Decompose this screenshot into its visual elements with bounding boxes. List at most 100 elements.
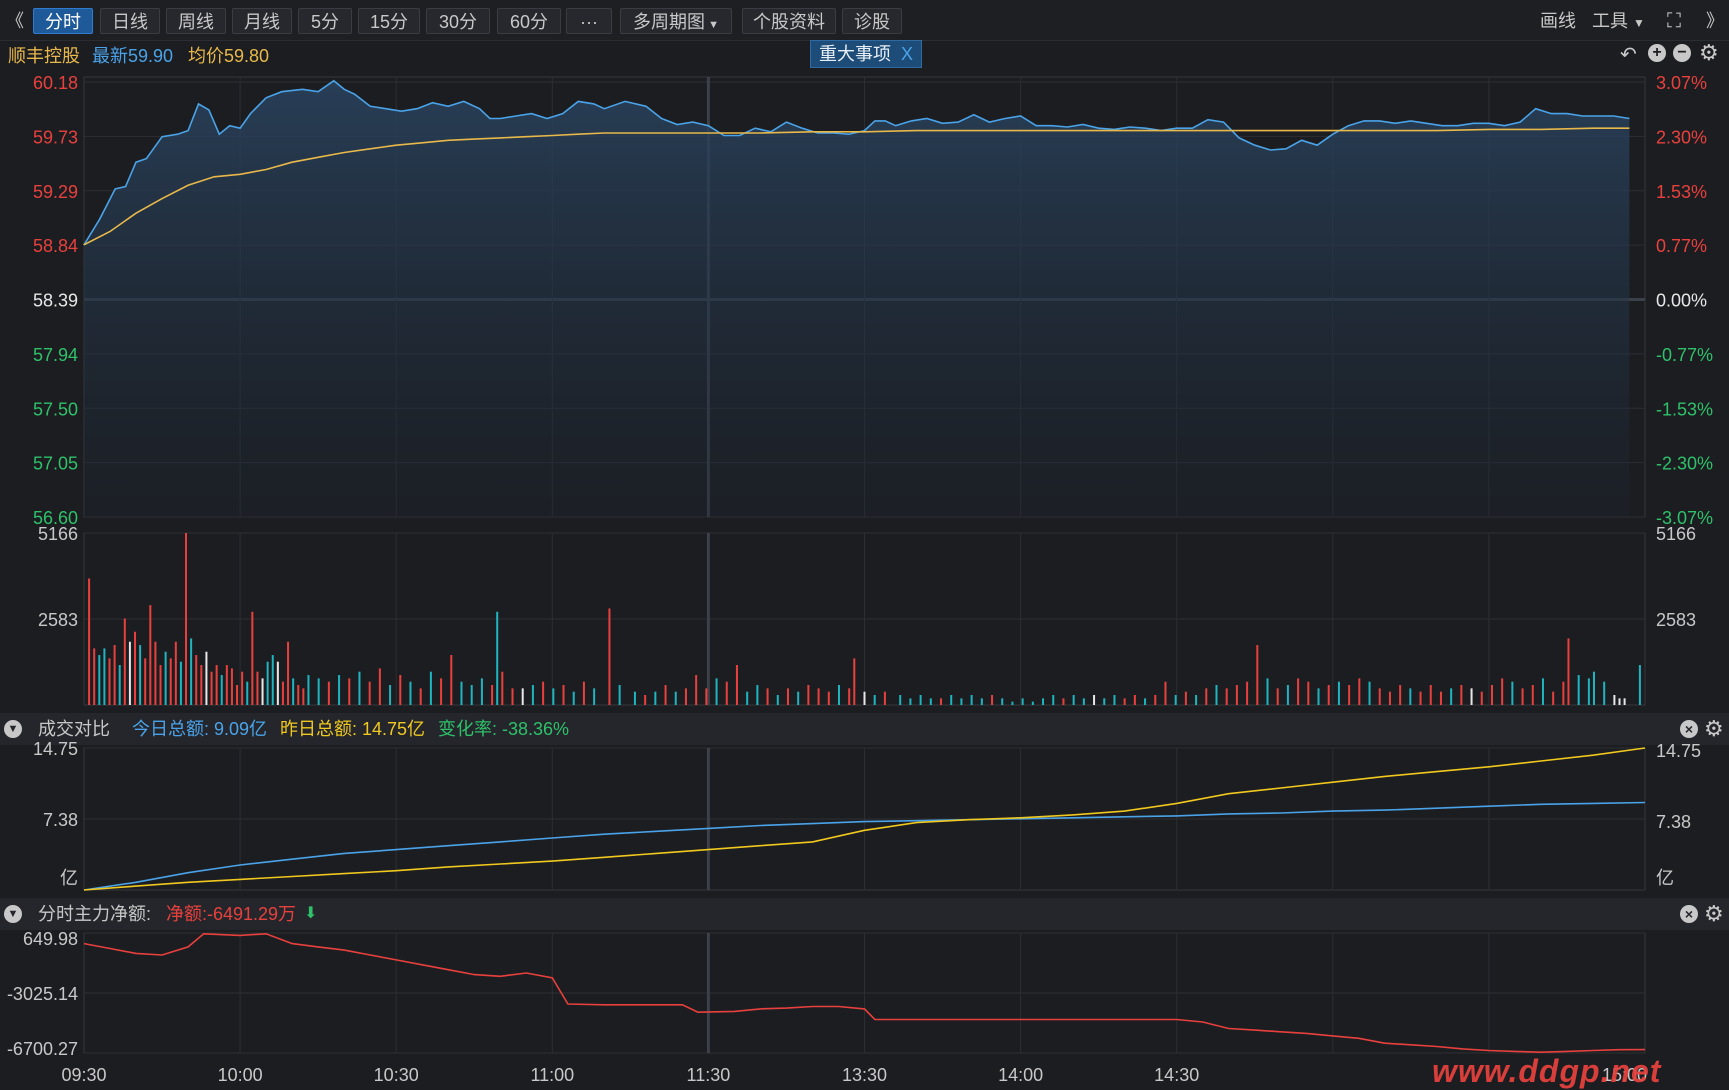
collapse-panel-icon[interactable]: ▼ <box>4 720 22 738</box>
volume-tick-label-right: 2583 <box>1656 610 1696 630</box>
volume-bar <box>317 678 320 705</box>
tab-9[interactable]: 多周期图 ▼ <box>620 8 732 34</box>
price-line <box>83 79 1630 246</box>
volume-bar <box>1358 678 1361 705</box>
latest-price: 最新59.90 <box>92 46 174 66</box>
volume-bar <box>338 675 341 705</box>
volume-bar <box>797 691 800 705</box>
volume-compare-header: ▼ 成交对比 今日总额: 9.09亿 昨日总额: 14.75亿 变化率: -38… <box>0 713 1729 745</box>
major-event-label: 重大事项 <box>819 44 891 64</box>
volume-bar <box>1205 688 1208 705</box>
tab-8[interactable]: ··· <box>566 8 612 34</box>
volume-bar <box>705 688 708 705</box>
tab-2[interactable]: 周线 <box>166 8 226 34</box>
volume-bar <box>735 665 738 705</box>
price-area <box>84 80 1630 518</box>
draw-line-button[interactable]: 画线 <box>1540 8 1576 34</box>
time-tick-label: 14:30 <box>1154 1065 1199 1085</box>
fullscreen-icon[interactable]: ⛶ <box>1667 8 1681 34</box>
collapse-right-button[interactable]: 》 <box>1706 8 1724 34</box>
volume-bar <box>807 685 810 705</box>
volume-bar <box>1286 685 1289 705</box>
panel-gear-icon[interactable]: ⚙ <box>1704 713 1724 745</box>
volume-bar <box>1215 685 1218 705</box>
volume-bar <box>618 685 621 705</box>
volume-bar <box>725 681 728 705</box>
volume-bar <box>1184 691 1187 705</box>
volume-bar <box>1541 678 1544 705</box>
tools-label: 工具 <box>1592 11 1628 31</box>
tab-10[interactable]: 个股资料 <box>742 8 836 34</box>
tab-6[interactable]: 30分 <box>426 8 490 34</box>
yesterday-turnover-line <box>83 747 1646 891</box>
volume-bar <box>1587 678 1590 705</box>
volume-bar <box>281 681 284 705</box>
chevron-down-icon: ▼ <box>705 19 719 31</box>
volume-bar <box>1001 698 1004 705</box>
volume-bar <box>256 671 259 705</box>
volume-bar <box>266 661 269 705</box>
volume-bar <box>786 688 789 705</box>
mainforce-tick-label: -3025.14 <box>7 984 78 1004</box>
volume-bar <box>899 695 902 705</box>
volume-bar <box>327 681 330 705</box>
volume-bar <box>220 675 223 705</box>
volume-bar <box>1317 688 1320 705</box>
volume-bar <box>501 671 504 705</box>
zoom-in-icon[interactable]: + <box>1648 44 1666 62</box>
volume-tick-label-right: 5166 <box>1656 524 1696 544</box>
close-icon[interactable]: X <box>901 44 913 64</box>
volume-bar <box>205 651 208 705</box>
volume-bar <box>1133 695 1136 705</box>
major-event-tag[interactable]: 重大事项 X <box>810 40 923 68</box>
volume-bar <box>1062 698 1065 705</box>
volume-bar <box>562 685 565 705</box>
volume-tick-label: 5166 <box>38 524 78 544</box>
volume-bar <box>1113 695 1116 705</box>
volume-bar <box>1103 698 1106 705</box>
mainforce-title: 分时主力净额: <box>38 904 152 924</box>
panel-gear-icon[interactable]: ⚙ <box>1704 898 1724 930</box>
tab-0[interactable]: 分时 <box>33 8 93 34</box>
tab-3[interactable]: 月线 <box>232 8 292 34</box>
percent-tick-label: 3.07% <box>1656 73 1707 93</box>
volume-bar <box>1501 678 1504 705</box>
volume-bar <box>1618 698 1621 705</box>
volume-bar <box>572 691 575 705</box>
stock-name[interactable]: 顺丰控股 <box>8 42 80 68</box>
toolbar: 《 分时 日线 周线 月线 5分 15分 30分 60分 ··· 多周期图 ▼ 个股资料 诊股 画线 … <box>0 0 1729 41</box>
zoom-out-icon[interactable]: − <box>1673 44 1691 62</box>
volume-bar <box>1174 695 1177 705</box>
volume-bar <box>1042 698 1045 705</box>
tab-1[interactable]: 日线 <box>100 8 160 34</box>
volume-bar <box>118 665 121 705</box>
tab-4[interactable]: 5分 <box>298 8 352 34</box>
tab-7[interactable]: 60分 <box>497 8 561 34</box>
volume-bar <box>991 695 994 705</box>
compare-unit-label-right: 亿 <box>1656 868 1674 888</box>
tools-button[interactable]: 工具 ▼ <box>1592 8 1645 34</box>
undo-icon[interactable]: ↶ <box>1620 42 1637 67</box>
volume-bar <box>940 698 943 705</box>
price-tick-label: 56.60 <box>33 508 78 528</box>
tab-11[interactable]: 诊股 <box>842 8 902 34</box>
close-panel-icon[interactable]: × <box>1680 720 1698 738</box>
volume-bar <box>358 671 361 705</box>
volume-bar <box>128 641 131 705</box>
gear-icon[interactable]: ⚙ <box>1699 40 1719 66</box>
collapse-left-button[interactable]: 《 <box>6 8 24 34</box>
time-tick-label: 11:30 <box>687 1065 731 1085</box>
volume-bar <box>1195 695 1198 705</box>
close-panel-icon[interactable]: × <box>1680 905 1698 923</box>
volume-bar <box>302 688 305 705</box>
volume-bar <box>664 685 667 705</box>
percent-tick-label: 2.30% <box>1656 127 1707 147</box>
tab-5[interactable]: 15分 <box>358 8 420 34</box>
volume-bar <box>1490 685 1493 705</box>
volume-bar <box>195 655 198 705</box>
volume-bar <box>674 691 677 705</box>
volume-bar <box>552 688 555 705</box>
collapse-panel-icon[interactable]: ▼ <box>4 905 22 923</box>
volume-bar <box>215 665 218 705</box>
volume-bar <box>1470 688 1473 705</box>
